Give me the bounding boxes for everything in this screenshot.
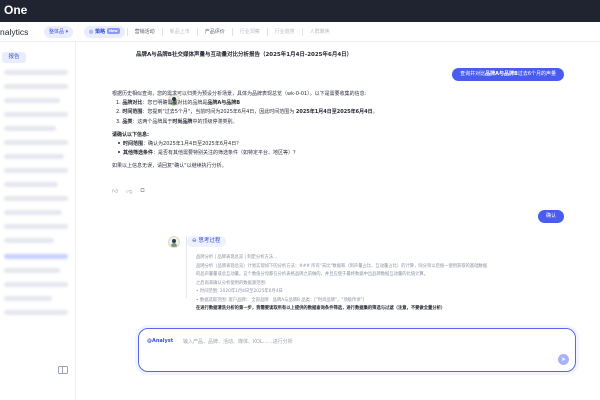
sidebar-history-item[interactable] — [4, 196, 68, 201]
tab-divider — [231, 28, 233, 36]
workspace-select[interactable]: 整体品 ▾ — [44, 26, 74, 38]
report-title: 品牌A与品牌B社交媒体声量与互动量对比分析报告（2025年1月4日-2025年6… — [136, 52, 353, 58]
tab-audience[interactable]: 人群聚焦 — [305, 26, 335, 38]
thumb-down-icon[interactable]: 👎︎ — [126, 187, 132, 195]
assistant-message: 根据历史相似查询，您的需求可以归类为预设分析场景，具体为品牌表现总览（wk-0-… — [112, 90, 472, 172]
tab-product-review[interactable]: 产品评价 — [200, 26, 230, 38]
tab-divider — [266, 28, 268, 36]
main-tabs: ◎ 策略 New 营销活动 新品上市 产品评价 行业洞察 行业趋势 人群聚焦 — [84, 26, 335, 38]
tab-new-product[interactable]: 新品上市 — [165, 26, 195, 38]
user-message-confirm: 确认 — [537, 210, 564, 223]
sidebar-history-item[interactable] — [4, 296, 52, 301]
user-message-prefix: 查询并对比 — [460, 71, 486, 77]
thinking-line: 之后再来确认分析使用的数据源范围: — [196, 280, 267, 286]
sidebar-history-item[interactable] — [4, 154, 64, 159]
sidebar-item-report[interactable]: 报告 — [2, 52, 26, 63]
sidebar-history-item[interactable] — [4, 84, 68, 89]
send-icon[interactable]: ➤ — [558, 354, 569, 365]
user-message-suffix: 过去6个月的声量 — [517, 71, 556, 77]
chat-input-box[interactable]: @Analyst 输入产品、品牌、活动、媒体、KOL……进行分析 ➤ — [138, 328, 576, 372]
chat-input-placeholder[interactable]: 输入产品、品牌、活动、媒体、KOL……进行分析 — [183, 338, 293, 345]
sidebar-history-item[interactable] — [4, 98, 60, 103]
sidebar-collapse-icon[interactable] — [58, 366, 68, 374]
tab-divider — [301, 28, 303, 36]
tab-divider — [196, 28, 198, 36]
assistant-closing: 如果以上信息无误，请回复"确认"以继续执行分析。 — [112, 163, 227, 170]
sidebar-history-item-active[interactable] — [4, 254, 68, 259]
assistant-item-2: 2. 时间范围：您提到"过去5个月"，当前时间为2025年6月4日，因此时间范围… — [116, 109, 378, 116]
top-header: nalytics 整体品 ▾ ◎ 策略 New 营销活动 新品上市 产品评价 行业… — [0, 22, 600, 42]
tab-industry-insight[interactable]: 行业洞察 — [235, 26, 265, 38]
sidebar-history-item[interactable] — [4, 126, 56, 131]
sidebar-history-item[interactable] — [4, 282, 68, 287]
sidebar-history-item[interactable] — [4, 224, 68, 229]
copy-icon[interactable]: ⧉ — [140, 187, 144, 195]
thinking-hint: 在进行数据清洗分析的第一步，我需要读取所有以上提供的数据查询条件筛选，进行数据集… — [196, 306, 446, 311]
assistant-intro: 根据历史相似查询，您的需求可以归类为预设分析场景，具体为品牌表现总览（wk-0-… — [112, 91, 367, 97]
new-badge: New — [107, 28, 120, 34]
thinking-line: • 时间范围: 2020年1月4日至2025年6月4日 — [196, 289, 283, 294]
sidebar-history-item[interactable] — [4, 210, 62, 215]
assistant-avatar — [168, 236, 180, 248]
confirm-bullet-1: 时间范围：确认为2025年1月4日至2025年6月4日？ — [112, 140, 472, 149]
thinking-line: 的品声量量或总互动量。这个数值分母都在分析表格品牌之前做的，并且应使于最终数据中… — [196, 272, 429, 277]
tab-strategy[interactable]: ◎ 策略 New — [84, 26, 125, 38]
sidebar-history-item[interactable] — [4, 238, 54, 243]
user-message-brands: 品牌A与品牌B — [485, 71, 518, 77]
thinking-line: 品牌分析 | 品牌表现总览 | 制定分析方法... — [196, 255, 278, 260]
brand-logo: One — [4, 3, 28, 17]
assistant-item-3: 3. 品类：这两个品牌属于时尚品牌中的顶级停滞类别。 — [116, 118, 238, 125]
brand-bar: One — [0, 0, 600, 22]
tab-divider — [161, 28, 163, 36]
message-actions: 👍︎ 👎︎ ⧉ — [112, 187, 145, 195]
tab-industry-trend[interactable]: 行业趋势 — [270, 26, 300, 38]
thinking-toggle[interactable]: ⊖ 思考过程 — [187, 236, 227, 247]
thumb-up-icon[interactable]: 👍︎ — [112, 187, 118, 195]
thinking-content: 品牌分析 | 品牌表现总览 | 制定分析方法... 品牌分析（品牌表现总览）计划… — [196, 254, 576, 314]
sidebar-history-item[interactable] — [4, 268, 60, 273]
thinking-toggle-label: 思考过程 — [198, 238, 221, 244]
sidebar-history-item[interactable] — [4, 182, 58, 187]
tab-divider — [126, 28, 128, 36]
sidebar: 报告 — [0, 42, 76, 400]
confirm-bullet-2: 其他筛选条件：是否有其他需要特别关注的筛选条件（如特定平台、地区等）？ — [112, 149, 472, 158]
thinking-line: 品牌分析（品牌表现总览）计划实现如下的分析方法：### 所有"去比"数据和（到声… — [196, 263, 488, 269]
tab-marketing[interactable]: 营销活动 — [130, 26, 160, 38]
sidebar-history-item[interactable] — [4, 168, 68, 173]
sidebar-history-item[interactable] — [4, 112, 68, 117]
tab-strategy-label: 策略 — [95, 29, 106, 35]
confirm-heading: 请确认以下信息: — [112, 131, 150, 138]
sidebar-history-item[interactable] — [4, 70, 68, 75]
app-name: nalytics — [0, 27, 29, 37]
user-message: 查询并对比品牌A与品牌B过去6个月的声量 — [452, 68, 564, 81]
assistant-item-1: 1. 品牌对比：您已明确需要对比的品牌是品牌A与品牌B — [116, 100, 241, 107]
mention-prefix[interactable]: @Analyst — [147, 338, 173, 344]
sidebar-history-item[interactable] — [4, 140, 68, 145]
sidebar-history-item[interactable] — [4, 310, 68, 315]
thinking-line: • 数据选取范围: 客户品牌： 全部品牌 · 品牌A与品牌B 品类：["时尚品牌… — [196, 297, 365, 303]
